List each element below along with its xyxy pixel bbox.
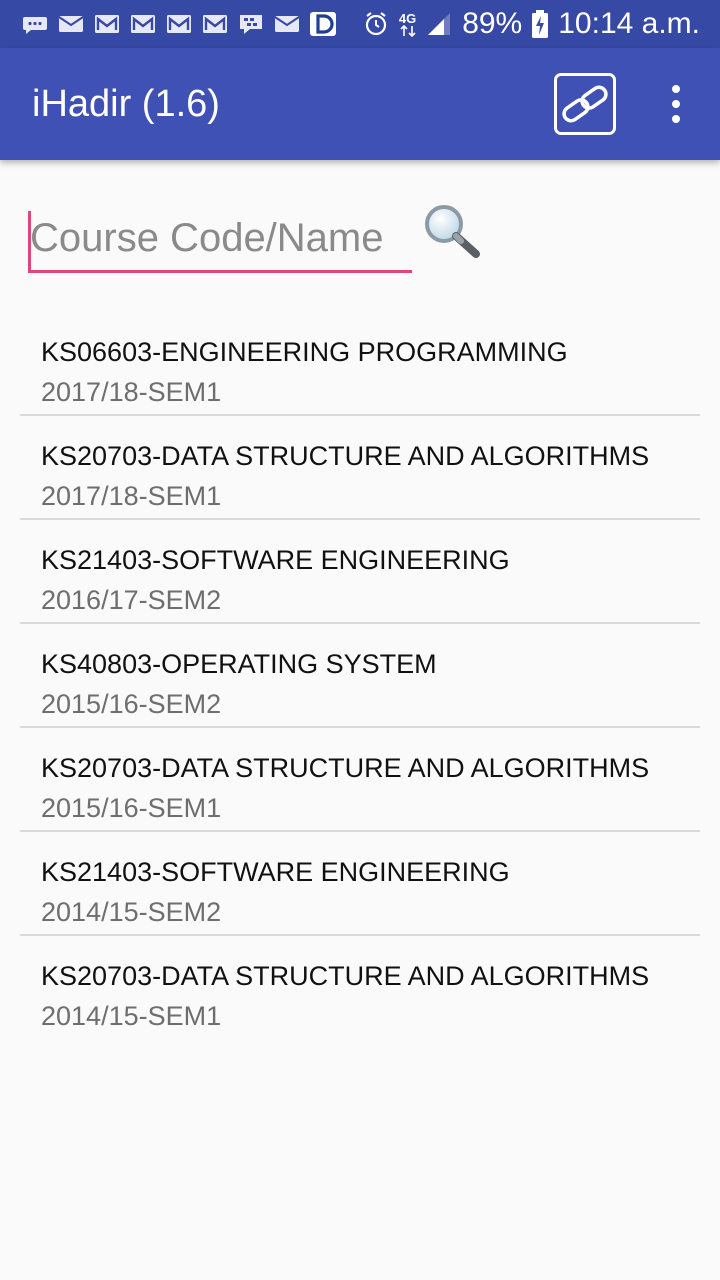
more-vert-icon-dot	[672, 115, 680, 123]
more-vert-icon-dot	[672, 85, 680, 93]
more-options-button[interactable]	[656, 78, 696, 130]
chat-bubble-icon	[23, 17, 47, 34]
course-title: KS21403-SOFTWARE ENGINEERING	[41, 857, 510, 887]
course-title: KS20703-DATA STRUCTURE AND ALGORITHMS	[41, 961, 650, 991]
battery-percent: 89%	[462, 7, 523, 40]
course-search-input[interactable]	[28, 205, 412, 273]
course-list-item[interactable]: KS21403-SOFTWARE ENGINEERING 2014/15-SEM2	[20, 832, 700, 936]
d-app-icon	[310, 12, 336, 36]
search-field	[28, 205, 412, 277]
mail-icon	[274, 16, 300, 32]
data-arrows-icon	[399, 24, 416, 37]
system-status: 4G 89% 10:14 a.m.	[363, 6, 700, 42]
course-list-item[interactable]: KS20703-DATA STRUCTURE AND ALGORITHMS 201…	[20, 728, 700, 832]
magnifier-icon	[425, 205, 480, 258]
course-term: 2014/15-SEM2	[41, 897, 222, 927]
notification-icons	[22, 10, 336, 38]
course-list-item[interactable]: KS20703-DATA STRUCTURE AND ALGORITHMS 201…	[20, 416, 700, 520]
course-list: KS06603-ENGINEERING PROGRAMMING 2017/18-S…	[20, 312, 700, 1040]
course-title: KS40803-OPERATING SYSTEM	[41, 649, 437, 679]
mail-icon	[58, 16, 84, 32]
course-term: 2015/16-SEM1	[41, 793, 222, 823]
course-term: 2016/17-SEM2	[41, 585, 222, 615]
course-list-item[interactable]: KS20703-DATA STRUCTURE AND ALGORITHMS 201…	[20, 936, 700, 1040]
course-title: KS20703-DATA STRUCTURE AND ALGORITHMS	[41, 441, 650, 471]
network-type: 4G	[399, 12, 416, 37]
signal-icon	[428, 13, 451, 35]
course-title: KS21403-SOFTWARE ENGINEERING	[41, 545, 510, 575]
course-term: 2017/18-SEM1	[41, 481, 222, 511]
more-vert-icon-dot	[672, 100, 680, 108]
course-list-item[interactable]: KS40803-OPERATING SYSTEM 2015/16-SEM2	[20, 624, 700, 728]
course-list-item[interactable]: KS06603-ENGINEERING PROGRAMMING 2017/18-S…	[20, 312, 700, 416]
course-list-item[interactable]: KS21403-SOFTWARE ENGINEERING 2016/17-SEM2	[20, 520, 700, 624]
text-cursor	[28, 211, 31, 271]
gmail-icon	[131, 15, 155, 33]
status-bar: 4G 89% 10:14 a.m.	[0, 0, 720, 48]
link-icon	[562, 85, 608, 123]
network-label: 4G	[398, 10, 417, 26]
course-term: 2014/15-SEM1	[41, 1001, 222, 1031]
battery-charging-icon	[532, 10, 549, 38]
gmail-icon	[167, 15, 191, 33]
clock-time: 10:14 a.m.	[558, 7, 700, 40]
alarm-icon	[365, 12, 386, 36]
link-button[interactable]	[554, 73, 616, 135]
gmail-icon	[95, 15, 119, 33]
app-title: iHadir (1.6)	[32, 83, 220, 125]
course-title: KS06603-ENGINEERING PROGRAMMING	[41, 337, 568, 367]
gmail-icon	[203, 15, 227, 33]
bbm-icon	[240, 15, 262, 34]
course-term: 2017/18-SEM1	[41, 377, 222, 407]
search-button[interactable]	[420, 200, 484, 264]
course-title: KS20703-DATA STRUCTURE AND ALGORITHMS	[41, 753, 650, 783]
course-term: 2015/16-SEM2	[41, 689, 222, 719]
app-bar: iHadir (1.6)	[0, 48, 720, 160]
